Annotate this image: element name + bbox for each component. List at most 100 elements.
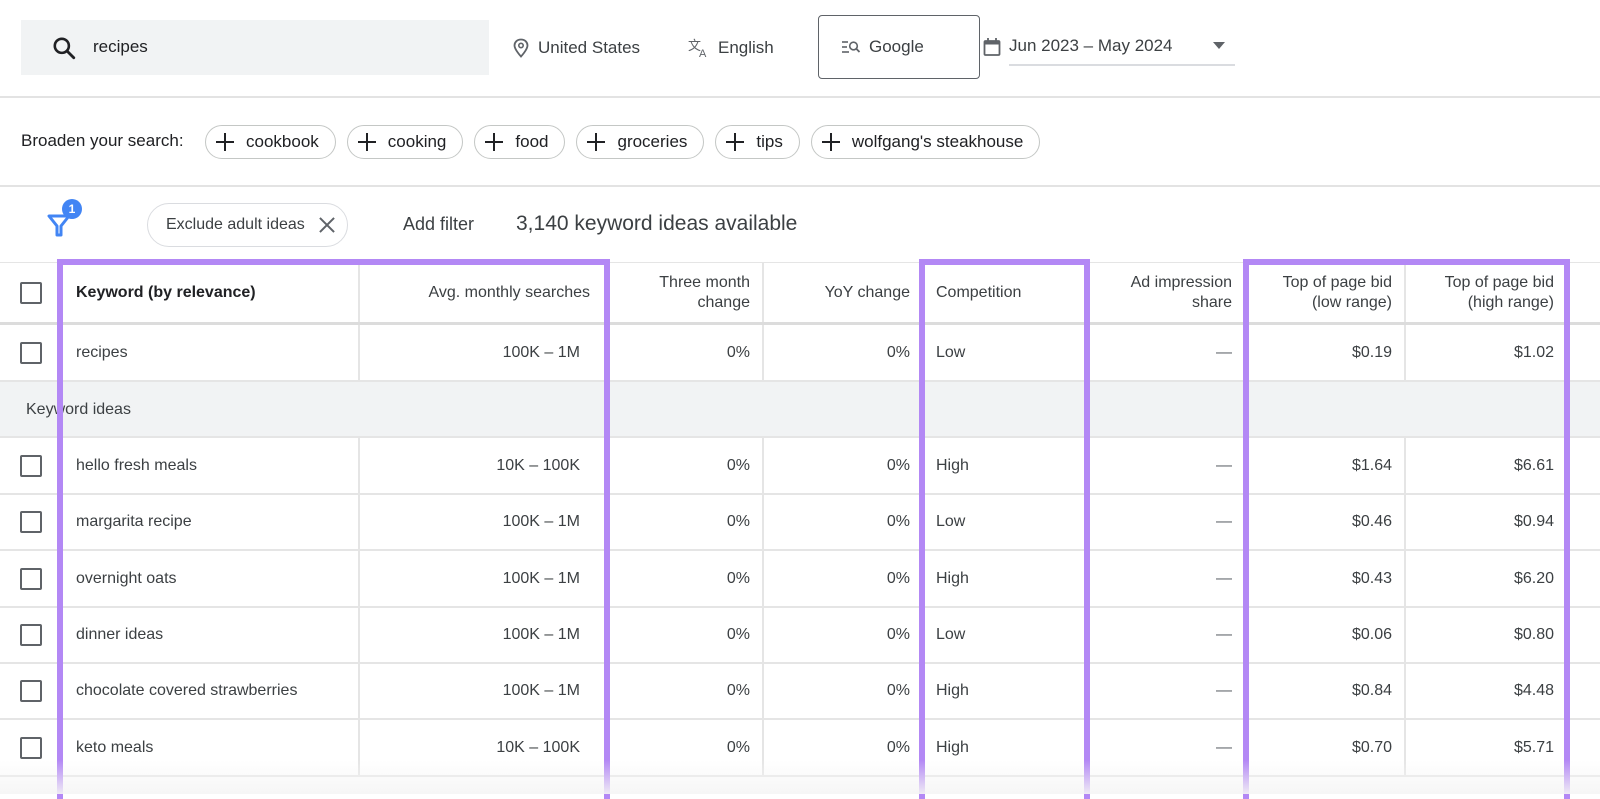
language-label: English bbox=[718, 38, 774, 57]
top-bid-high-cell: $5.71 bbox=[1513, 738, 1554, 756]
top-bid-low-cell: $1.64 bbox=[1246, 438, 1406, 493]
yoy-change-cell: 0% bbox=[764, 438, 922, 493]
broaden-search-bar: Broaden your search: cookbook cooking fo… bbox=[0, 98, 1600, 187]
top-bid-high-cell: $1.02 bbox=[1513, 343, 1554, 361]
row-checkbox[interactable] bbox=[20, 567, 42, 590]
competition-cell: Low bbox=[922, 325, 1086, 380]
active-filter-label: Exclude adult ideas bbox=[166, 216, 305, 233]
top-bid-low-cell: $0.70 bbox=[1246, 720, 1406, 775]
avg-monthly-searches-cell: 10K – 100K bbox=[360, 438, 606, 493]
header-label: Avg. monthly searches bbox=[428, 283, 590, 301]
broaden-chip[interactable]: groceries bbox=[576, 125, 705, 159]
ad-impression-share-cell: — bbox=[1086, 551, 1246, 606]
table-row[interactable]: margarita recipe 100K – 1M 0% 0% Low — $0.46 $0… bbox=[0, 494, 1600, 551]
avg-monthly-searches-cell: 100K – 1M bbox=[360, 494, 606, 549]
header-label: Top of page bid (high range) bbox=[1445, 273, 1554, 313]
column-header-three-month-change[interactable]: Three month change bbox=[606, 263, 764, 322]
active-filter-chip[interactable]: Exclude adult ideas bbox=[147, 203, 348, 247]
column-header-keyword[interactable]: Keyword (by relevance) bbox=[62, 263, 360, 322]
broaden-chip[interactable]: wolfgang's steakhouse bbox=[810, 125, 1041, 159]
chip-label: tips bbox=[756, 132, 783, 151]
broaden-chip[interactable]: food bbox=[474, 125, 566, 159]
three-month-change-cell: 0% bbox=[606, 494, 764, 549]
table-row[interactable]: hello fresh meals 10K – 100K 0% 0% High — $1.6… bbox=[0, 438, 1600, 495]
avg-monthly-searches-cell: 100K – 1M bbox=[360, 663, 606, 718]
column-header-ad-impression-share[interactable]: Ad impression share bbox=[1086, 263, 1246, 322]
yoy-change-cell: 0% bbox=[764, 494, 922, 549]
broaden-label: Broaden your search: bbox=[21, 131, 184, 150]
competition-cell: Low bbox=[922, 607, 1086, 662]
table-header-row: Keyword (by relevance) Avg. monthly sear… bbox=[0, 262, 1600, 325]
keyword-cell: hello fresh meals bbox=[62, 438, 360, 493]
close-icon[interactable] bbox=[319, 217, 335, 233]
avg-monthly-searches-cell: 100K – 1M bbox=[360, 325, 606, 380]
competition-cell: High bbox=[922, 551, 1086, 606]
keyword-ideas-count: 3,140 keyword ideas available bbox=[516, 212, 798, 235]
keyword-cell: recipes bbox=[62, 325, 360, 380]
date-range-field[interactable]: Jun 2023 – May 2024 bbox=[1009, 28, 1235, 66]
ad-impression-share-cell: — bbox=[1086, 438, 1246, 493]
column-header-avg-monthly-searches[interactable]: Avg. monthly searches bbox=[360, 263, 606, 322]
dropdown-caret-icon bbox=[1213, 42, 1225, 49]
table-row[interactable]: overnight oats 100K – 1M 0% 0% High — $0.43 $6.… bbox=[0, 551, 1600, 608]
keyword-cell: keto meals bbox=[62, 720, 360, 775]
header-label: Top of page bid (low range) bbox=[1283, 273, 1392, 313]
row-checkbox[interactable] bbox=[20, 454, 42, 477]
filter-button[interactable]: 1 bbox=[46, 199, 86, 239]
row-checkbox[interactable] bbox=[20, 736, 42, 759]
date-range-label: Jun 2023 – May 2024 bbox=[1009, 36, 1173, 55]
competition-cell: High bbox=[922, 663, 1086, 718]
row-select-cell bbox=[0, 494, 62, 549]
column-header-top-bid-low[interactable]: Top of page bid (low range) bbox=[1246, 263, 1406, 322]
add-filter-button[interactable]: Add filter bbox=[403, 214, 474, 235]
select-all-checkbox[interactable] bbox=[20, 281, 42, 304]
search-network-label: Google bbox=[869, 37, 924, 56]
competition-cell: High bbox=[922, 438, 1086, 493]
broaden-chip[interactable]: tips bbox=[715, 125, 800, 159]
table-row[interactable]: chocolate covered strawberries 100K – 1M 0… bbox=[0, 663, 1600, 720]
language-selector[interactable]: 文 A English bbox=[688, 28, 774, 68]
chip-label: wolfgang's steakhouse bbox=[851, 132, 1024, 151]
keyword-search-box[interactable] bbox=[21, 20, 489, 75]
competition-cell: Low bbox=[922, 494, 1086, 549]
avg-monthly-searches-cell: 100K – 1M bbox=[360, 551, 606, 606]
avg-monthly-searches-cell: 10K – 100K bbox=[360, 720, 606, 775]
yoy-change-cell: 0% bbox=[764, 325, 922, 380]
row-checkbox[interactable] bbox=[20, 679, 42, 702]
broaden-chip[interactable]: cookbook bbox=[205, 125, 336, 159]
column-header-yoy-change[interactable]: YoY change bbox=[764, 263, 922, 322]
broaden-chip[interactable]: cooking bbox=[346, 125, 464, 159]
location-selector[interactable]: United States bbox=[512, 28, 640, 68]
top-bid-high-cell: $0.94 bbox=[1513, 512, 1554, 530]
row-checkbox[interactable] bbox=[20, 623, 42, 646]
column-header-top-bid-high[interactable]: Top of page bid (high range) bbox=[1406, 263, 1568, 322]
keyword-cell: dinner ideas bbox=[62, 607, 360, 662]
date-range-selector[interactable]: Jun 2023 – May 2024 bbox=[983, 28, 1235, 66]
keyword-cell: chocolate covered strawberries bbox=[62, 663, 360, 718]
ad-impression-share-cell: — bbox=[1086, 720, 1246, 775]
header-label: Ad impression share bbox=[1131, 273, 1232, 313]
search-network-selector[interactable]: Google bbox=[818, 15, 980, 79]
chip-label: cookbook bbox=[246, 132, 319, 151]
broaden-chips: cookbook cooking food groceries tips wol… bbox=[205, 125, 1041, 159]
column-header-competition[interactable]: Competition bbox=[922, 263, 1086, 322]
top-bid-low-cell: $0.43 bbox=[1246, 551, 1406, 606]
row-select-cell bbox=[0, 438, 62, 493]
table-row[interactable]: dinner ideas 100K – 1M 0% 0% Low — $0.06 $0.80 bbox=[0, 607, 1600, 664]
translate-icon: 文 A bbox=[688, 38, 707, 58]
table-row[interactable]: keto meals 10K – 100K 0% 0% High — $0.70 $5.71 bbox=[0, 720, 1600, 777]
group-label: Keyword ideas bbox=[26, 401, 131, 418]
row-checkbox[interactable] bbox=[20, 341, 42, 364]
keyword-search-input[interactable] bbox=[93, 32, 473, 62]
top-bid-low-cell: $0.46 bbox=[1246, 494, 1406, 549]
three-month-change-cell: 0% bbox=[606, 551, 764, 606]
keyword-cell: overnight oats bbox=[62, 551, 360, 606]
row-select-cell bbox=[0, 607, 62, 662]
chip-label: food bbox=[515, 132, 549, 151]
svg-text:A: A bbox=[699, 48, 707, 58]
row-checkbox[interactable] bbox=[20, 510, 42, 533]
seed-keyword-row[interactable]: recipes 100K – 1M 0% 0% Low — $0.19 $1.0… bbox=[0, 325, 1600, 382]
top-bid-low-cell: $0.84 bbox=[1246, 663, 1406, 718]
header-line: share bbox=[1191, 293, 1232, 311]
row-select-cell bbox=[0, 720, 62, 775]
